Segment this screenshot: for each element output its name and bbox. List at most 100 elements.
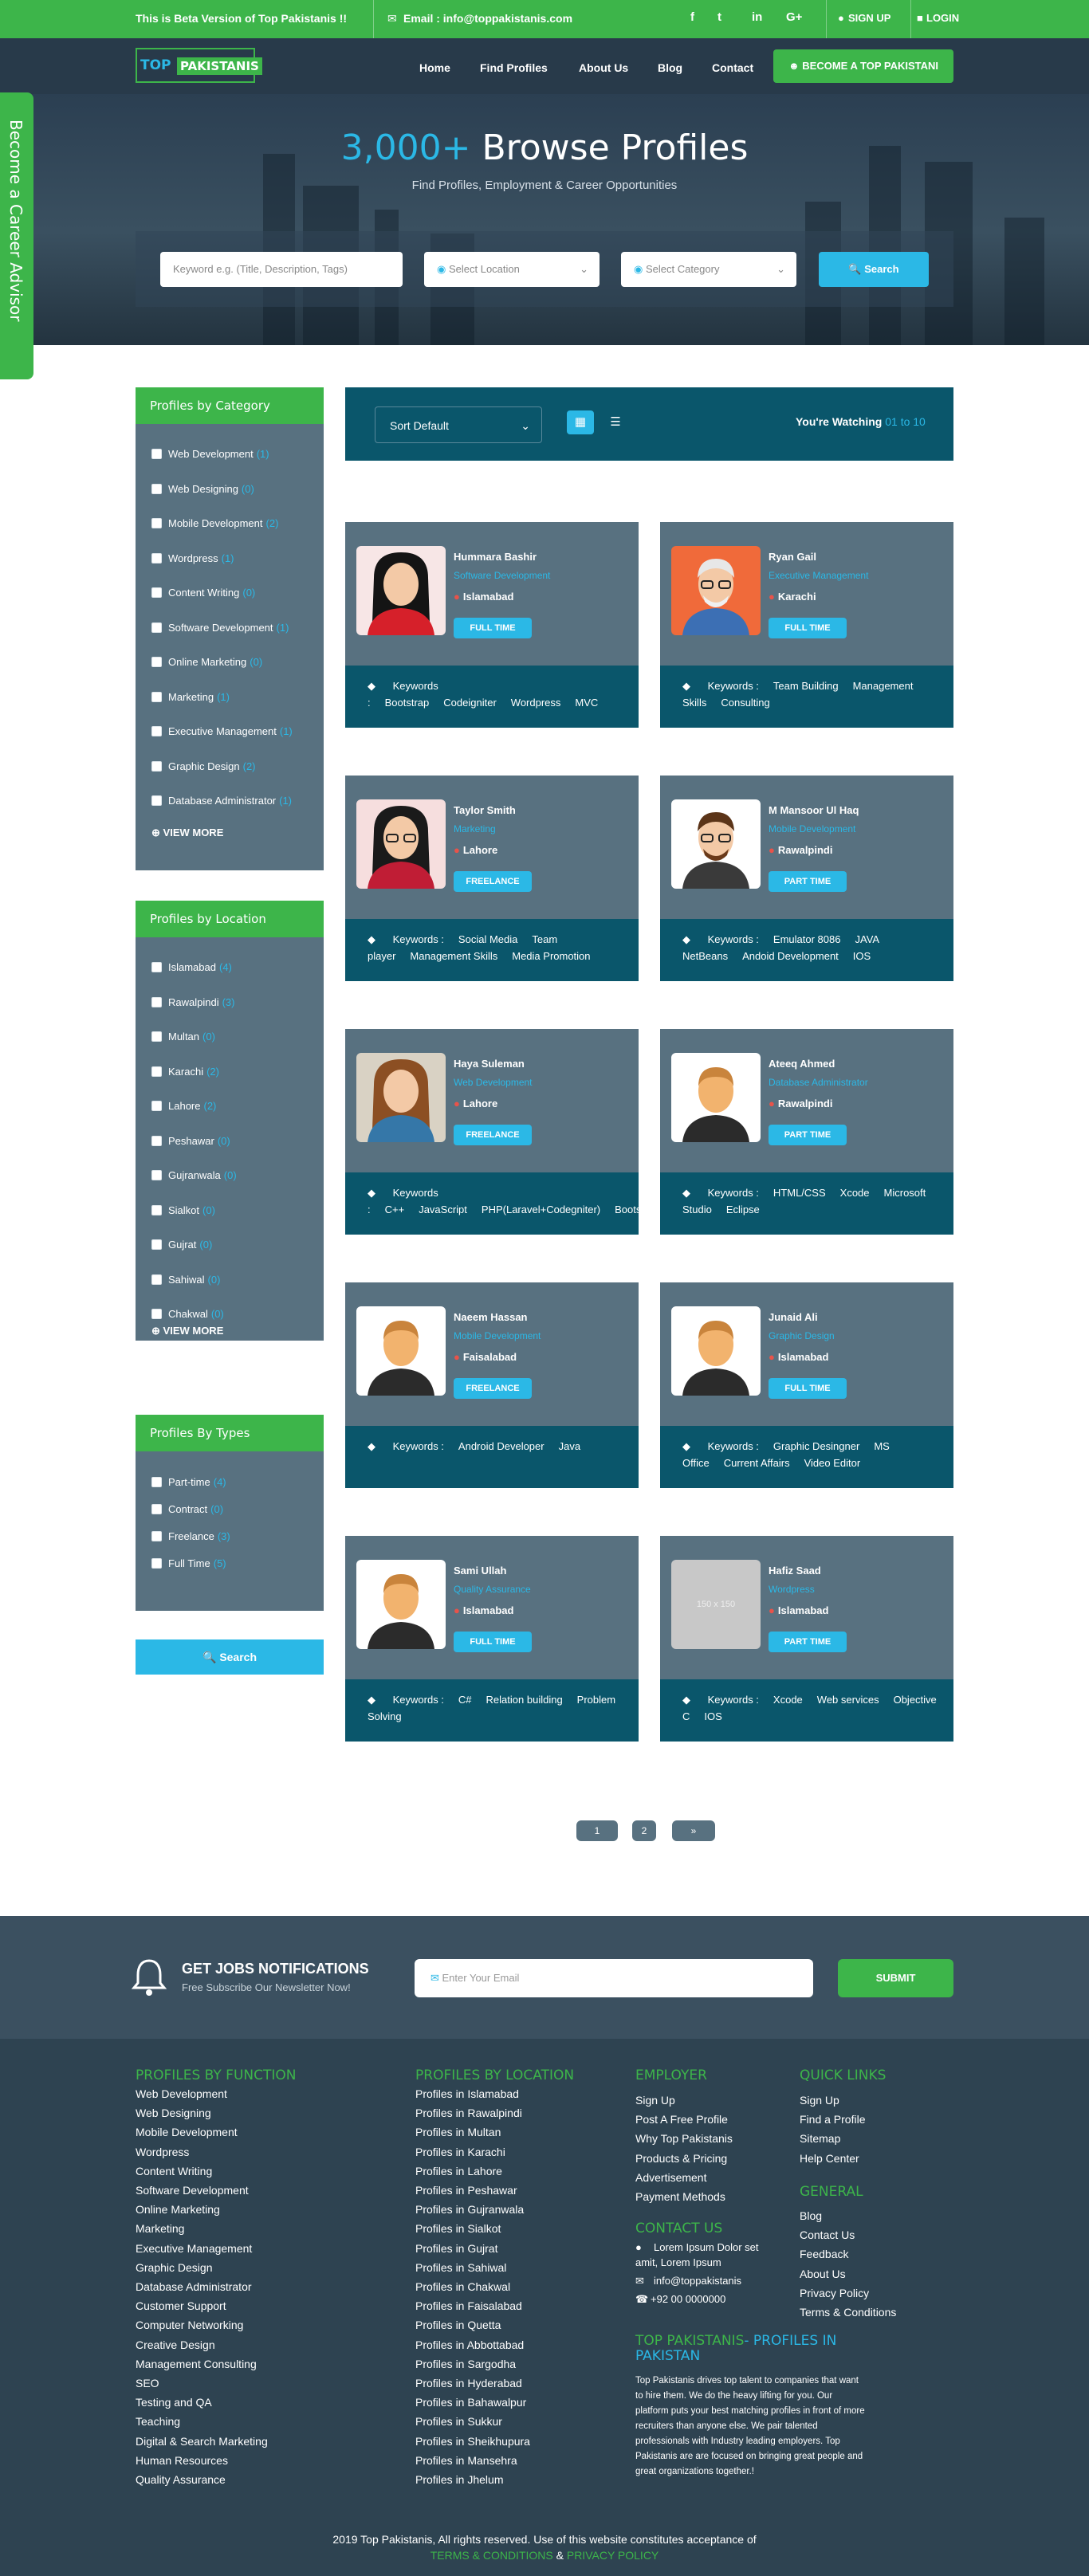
footer-general-link[interactable]: Contact Us — [800, 2228, 855, 2241]
profile-name[interactable]: Sami Ullah — [454, 1565, 506, 1577]
keyword-tag[interactable]: Web services — [817, 1694, 879, 1706]
footer-employer-link[interactable]: Advertisement — [635, 2171, 706, 2184]
footer-function-link[interactable]: Graphic Design — [136, 2261, 213, 2274]
google-plus-icon[interactable]: G+ — [786, 10, 802, 24]
contact-email[interactable]: info@toppakistanis — [654, 2275, 741, 2287]
keyword-tag[interactable]: Andoid Development — [742, 950, 839, 962]
profile-name[interactable]: Ryan Gail — [769, 551, 816, 563]
keyword-tag[interactable]: Current Affairs — [724, 1457, 790, 1469]
type-filter[interactable]: Contract (0) — [151, 1503, 223, 1515]
category-view-more[interactable]: ⊕ VIEW MORE — [151, 827, 223, 839]
footer-function-link[interactable]: Quality Assurance — [136, 2473, 226, 2486]
profile-card[interactable]: Sami Ullah Quality Assurance ● Islamabad FUL… — [345, 1536, 639, 1742]
footer-location-link[interactable]: Profiles in Karachi — [415, 2146, 505, 2158]
keyword-tag[interactable]: C# — [458, 1694, 472, 1706]
footer-location-link[interactable]: Profiles in Mansehra — [415, 2454, 517, 2467]
location-filter[interactable]: Sahiwal (0) — [151, 1274, 220, 1286]
category-filter[interactable]: Executive Management (1) — [151, 725, 293, 737]
footer-location-link[interactable]: Profiles in Sukkur — [415, 2415, 502, 2428]
checkbox[interactable] — [151, 1066, 162, 1077]
profile-photo[interactable]: 150 x 150 — [671, 1560, 761, 1649]
checkbox[interactable] — [151, 1239, 162, 1250]
job-type-badge[interactable]: FULL TIME — [769, 618, 847, 638]
keyword-tag[interactable]: MVC — [575, 697, 598, 709]
nav-blog[interactable]: Blog — [658, 61, 682, 74]
category-filter[interactable]: Mobile Development (2) — [151, 517, 278, 529]
profile-name[interactable]: M Mansoor Ul Haq — [769, 804, 859, 816]
login-link[interactable]: LOGIN — [926, 12, 959, 24]
footer-location-link[interactable]: Profiles in Quetta — [415, 2319, 501, 2331]
location-filter[interactable]: Karachi (2) — [151, 1066, 219, 1078]
grid-view-icon[interactable]: ▦ — [567, 410, 594, 434]
profile-photo[interactable] — [671, 1053, 761, 1142]
footer-general-link[interactable]: About Us — [800, 2268, 846, 2280]
footer-employer-link[interactable]: Sign Up — [635, 2094, 675, 2107]
location-filter[interactable]: Sialkot (0) — [151, 1204, 215, 1216]
profile-card[interactable]: Taylor Smith Marketing ● Lahore FREELANCE ◆ K… — [345, 776, 639, 981]
linkedin-icon[interactable]: in — [752, 10, 762, 24]
keyword-tag[interactable]: Java — [559, 1440, 580, 1452]
footer-location-link[interactable]: Profiles in Bahawalpur — [415, 2396, 526, 2409]
job-type-badge[interactable]: PART TIME — [769, 1632, 847, 1652]
checkbox[interactable] — [151, 587, 162, 598]
job-type-badge[interactable]: FULL TIME — [769, 1378, 847, 1399]
profile-name[interactable]: Hafiz Saad — [769, 1565, 821, 1577]
checkbox[interactable] — [151, 1274, 162, 1285]
keyword-tag[interactable]: Management Skills — [410, 950, 497, 962]
profile-card[interactable]: Junaid Ali Graphic Design ● Islamabad FULL T… — [660, 1282, 953, 1488]
footer-general-link[interactable]: Terms & Conditions — [800, 2306, 896, 2319]
profile-name[interactable]: Haya Suleman — [454, 1058, 525, 1070]
checkbox[interactable] — [151, 996, 162, 1007]
checkbox[interactable] — [151, 760, 162, 772]
category-filter[interactable]: Online Marketing (0) — [151, 656, 262, 668]
keyword-tag[interactable]: Codeigniter — [443, 697, 497, 709]
checkbox[interactable] — [151, 1031, 162, 1042]
checkbox[interactable] — [151, 691, 162, 702]
checkbox[interactable] — [151, 1204, 162, 1215]
type-filter[interactable]: Full Time (5) — [151, 1557, 226, 1569]
location-view-more[interactable]: ⊕ VIEW MORE — [151, 1325, 223, 1337]
page-1-button[interactable]: 1 — [576, 1820, 618, 1841]
newsletter-email-input[interactable]: ✉ Enter Your Email — [415, 1959, 813, 1997]
footer-function-link[interactable]: SEO — [136, 2377, 159, 2389]
checkbox[interactable] — [151, 795, 162, 806]
footer-location-link[interactable]: Profiles in Sialkot — [415, 2222, 501, 2235]
keyword-tag[interactable]: Eclipse — [726, 1204, 760, 1215]
page-2-button[interactable]: 2 — [632, 1820, 656, 1841]
terms-link[interactable]: TERMS & CONDITIONS — [430, 2549, 553, 2562]
profile-photo[interactable] — [671, 546, 761, 635]
checkbox[interactable] — [151, 1477, 162, 1487]
keyword-tag[interactable]: JavaScript — [419, 1204, 467, 1215]
footer-general-link[interactable]: Privacy Policy — [800, 2287, 869, 2299]
footer-function-link[interactable]: Software Development — [136, 2184, 249, 2197]
checkbox[interactable] — [151, 1309, 162, 1319]
keyword-tag[interactable]: Video Editor — [804, 1457, 861, 1469]
checkbox[interactable] — [151, 1531, 162, 1541]
privacy-link[interactable]: PRIVACY POLICY — [567, 2549, 659, 2562]
category-filter[interactable]: Web Designing (0) — [151, 483, 254, 495]
footer-function-link[interactable]: Management Consulting — [136, 2358, 257, 2370]
footer-function-link[interactable]: Human Resources — [136, 2454, 228, 2467]
keyword-tag[interactable]: Social Media — [458, 933, 517, 945]
footer-function-link[interactable]: Wordpress — [136, 2146, 189, 2158]
location-filter[interactable]: Gujrat (0) — [151, 1239, 212, 1251]
footer-location-link[interactable]: Profiles in Abbottabad — [415, 2338, 524, 2351]
checkbox[interactable] — [151, 962, 162, 972]
profile-name[interactable]: Taylor Smith — [454, 804, 516, 816]
footer-location-link[interactable]: Profiles in Islamabad — [415, 2087, 519, 2100]
job-type-badge[interactable]: FULL TIME — [454, 618, 532, 638]
keyword-tag[interactable]: Bootstrap — [615, 1204, 659, 1215]
footer-function-link[interactable]: Teaching — [136, 2415, 180, 2428]
footer-function-link[interactable]: Computer Networking — [136, 2319, 243, 2331]
checkbox[interactable] — [151, 622, 162, 633]
job-type-badge[interactable]: FULL TIME — [454, 1632, 532, 1652]
footer-function-link[interactable]: Online Marketing — [136, 2203, 220, 2216]
footer-employer-link[interactable]: Post A Free Profile — [635, 2113, 728, 2126]
checkbox[interactable] — [151, 1101, 162, 1111]
category-filter[interactable]: Software Development (1) — [151, 622, 289, 634]
footer-location-link[interactable]: Profiles in Hyderabad — [415, 2377, 522, 2389]
profile-name[interactable]: Junaid Ali — [769, 1311, 818, 1323]
keyword-tag[interactable]: Relation building — [486, 1694, 563, 1706]
profile-name[interactable]: Ateeq Ahmed — [769, 1058, 835, 1070]
checkbox[interactable] — [151, 518, 162, 528]
